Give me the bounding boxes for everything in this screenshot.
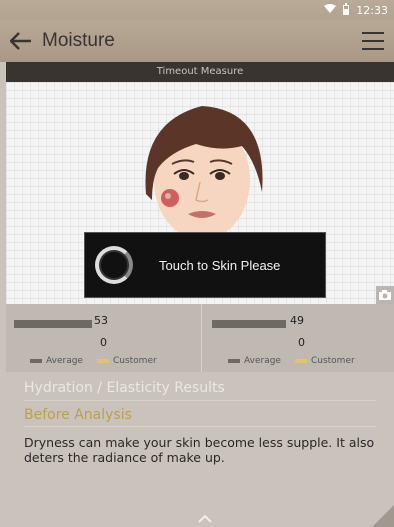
legend: Average Customer — [228, 356, 355, 366]
legend-average: Average — [244, 356, 281, 366]
loading-spinner-icon — [95, 246, 133, 284]
corner-tab[interactable] — [372, 505, 394, 527]
bar-value: 49 — [290, 314, 304, 327]
bar-value: 0 — [298, 336, 305, 349]
average-swatch — [30, 359, 42, 363]
results-title: Hydration / Elasticity Results — [24, 372, 376, 401]
battery-icon — [342, 2, 350, 18]
chevron-up-icon[interactable] — [198, 511, 212, 527]
wifi-icon — [324, 3, 337, 17]
back-button[interactable] — [0, 20, 42, 62]
stat-column-right: 49 0 Average Customer — [204, 304, 394, 372]
results-section: Hydration / Elasticity Results Before An… — [6, 372, 394, 527]
camera-button[interactable] — [376, 286, 394, 304]
legend-average: Average — [46, 356, 83, 366]
arrow-left-icon — [10, 32, 31, 50]
results-subtitle: Before Analysis — [24, 401, 376, 427]
status-bar: 12:33 — [0, 0, 394, 20]
touch-skin-dialog: Touch to Skin Please — [84, 232, 326, 298]
customer-swatch — [294, 359, 307, 363]
bar-value: 0 — [100, 336, 107, 349]
camera-icon — [379, 290, 391, 300]
legend-customer: Customer — [112, 356, 157, 366]
average-swatch — [228, 359, 240, 363]
customer-bar — [14, 342, 184, 350]
timeout-measure-label: Timeout Measure — [6, 62, 394, 82]
app-bar: Moisture — [0, 20, 394, 62]
stats-panel: 53 0 Average Customer 49 0 Average Custo… — [6, 304, 394, 372]
results-body: Dryness can make your skin become less s… — [24, 435, 375, 465]
menu-icon[interactable] — [362, 32, 384, 50]
legend-customer: Customer — [310, 356, 355, 366]
customer-swatch — [96, 359, 109, 363]
legend: Average Customer — [30, 356, 157, 366]
dialog-message: Touch to Skin Please — [159, 257, 281, 273]
stat-column-left: 53 0 Average Customer — [6, 304, 202, 372]
bar-value: 53 — [94, 314, 108, 327]
status-time: 12:33 — [356, 3, 388, 17]
page-title: Moisture — [42, 30, 115, 51]
customer-bar — [212, 342, 382, 350]
